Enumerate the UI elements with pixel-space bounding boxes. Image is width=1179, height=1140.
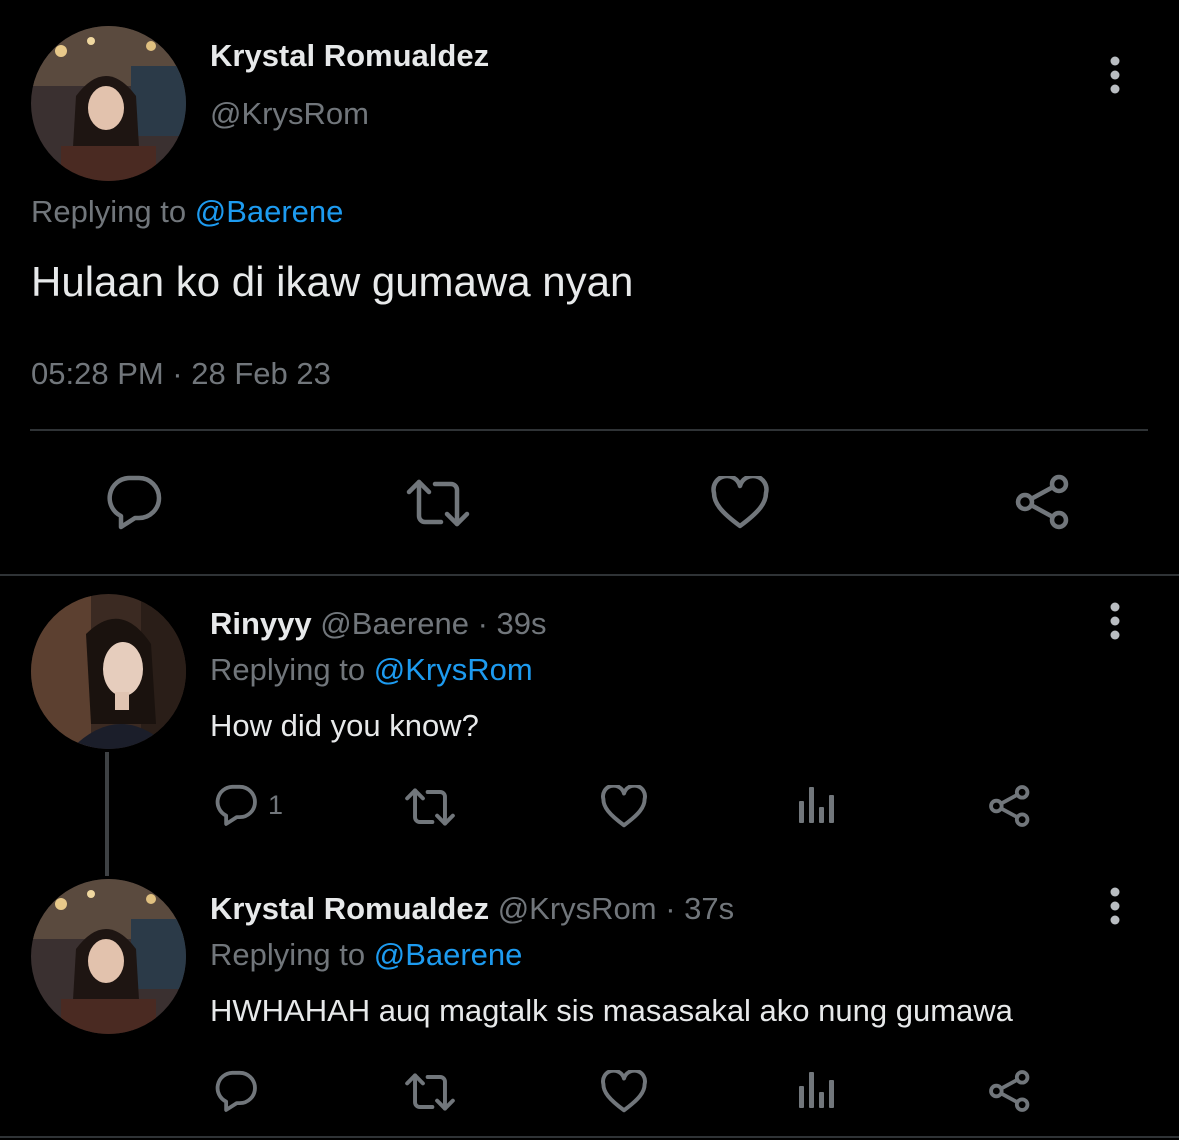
author-handle[interactable]: @KrysRom	[210, 96, 369, 132]
reply-icon	[107, 475, 162, 530]
tweet-text: HWHAHAH auq magtalk sis masasakal ako nu…	[210, 993, 1013, 1028]
share-button[interactable]	[1014, 474, 1072, 530]
retweet-icon	[405, 1073, 455, 1111]
replying-to-handle[interactable]: @KrysRom	[374, 652, 533, 687]
replying-to-handle[interactable]: @Baerene	[374, 937, 523, 972]
more-options-button[interactable]	[1100, 886, 1130, 926]
views-icon	[799, 1072, 834, 1108]
replying-to-handle[interactable]: @Baerene	[195, 194, 344, 229]
author-meta[interactable]: @KrysRom · 37s	[498, 891, 734, 926]
reply-button[interactable]	[214, 1069, 258, 1113]
avatar[interactable]	[31, 594, 186, 749]
share-button[interactable]	[988, 1069, 1032, 1113]
heart-icon	[711, 476, 769, 529]
author-name[interactable]: Krystal Romualdez	[210, 891, 489, 926]
avatar[interactable]	[31, 26, 186, 181]
divider	[30, 429, 1148, 431]
reply-header: Krystal Romualdez @KrysRom · 37s	[210, 891, 734, 927]
reply-icon	[215, 1070, 257, 1112]
heart-icon	[601, 785, 647, 828]
reply-button[interactable]: 1	[214, 783, 283, 827]
replying-prefix: Replying to	[31, 194, 187, 229]
reply-icon	[215, 784, 257, 826]
replying-to-line: Replying to @Baerene	[31, 194, 343, 230]
like-button[interactable]	[601, 785, 647, 829]
tweet-text: How did you know?	[210, 708, 479, 743]
retweet-icon	[406, 479, 470, 527]
author-name[interactable]: Krystal Romualdez	[210, 38, 489, 74]
more-vertical-icon	[1110, 887, 1120, 925]
views-button[interactable]	[798, 1070, 836, 1110]
section-separator	[0, 1136, 1179, 1138]
views-icon	[799, 787, 834, 823]
reply-count: 1	[268, 789, 284, 820]
replying-to-line: Replying to @KrysRom	[210, 652, 533, 688]
avatar[interactable]	[31, 879, 186, 1034]
like-button[interactable]	[601, 1070, 647, 1114]
more-vertical-icon	[1110, 602, 1120, 640]
section-separator	[0, 574, 1179, 576]
share-icon	[1015, 474, 1069, 530]
reply-button[interactable]	[105, 474, 163, 530]
tweet-text: Hulaan ko di ikaw gumawa nyan	[31, 258, 634, 305]
more-options-button[interactable]	[1100, 55, 1130, 95]
share-button[interactable]	[988, 784, 1032, 828]
tweet-timestamp[interactable]: 05:28 PM · 28 Feb 23	[31, 356, 331, 392]
replying-prefix: Replying to	[210, 937, 366, 972]
retweet-button[interactable]	[405, 478, 471, 528]
more-options-button[interactable]	[1100, 601, 1130, 641]
share-icon	[989, 1070, 1030, 1112]
retweet-button[interactable]	[404, 1072, 456, 1112]
like-button[interactable]	[711, 476, 769, 530]
retweet-button[interactable]	[404, 787, 456, 827]
replying-prefix: Replying to	[210, 652, 366, 687]
thread-line	[105, 752, 109, 876]
author-name[interactable]: Rinyyy	[210, 606, 312, 641]
reply-header: Rinyyy @Baerene · 39s	[210, 606, 547, 642]
heart-icon	[601, 1070, 647, 1113]
author-meta[interactable]: @Baerene · 39s	[320, 606, 546, 641]
retweet-icon	[405, 788, 455, 826]
share-icon	[989, 785, 1030, 827]
more-vertical-icon	[1110, 56, 1120, 94]
views-button[interactable]	[798, 785, 836, 825]
replying-to-line: Replying to @Baerene	[210, 937, 522, 973]
